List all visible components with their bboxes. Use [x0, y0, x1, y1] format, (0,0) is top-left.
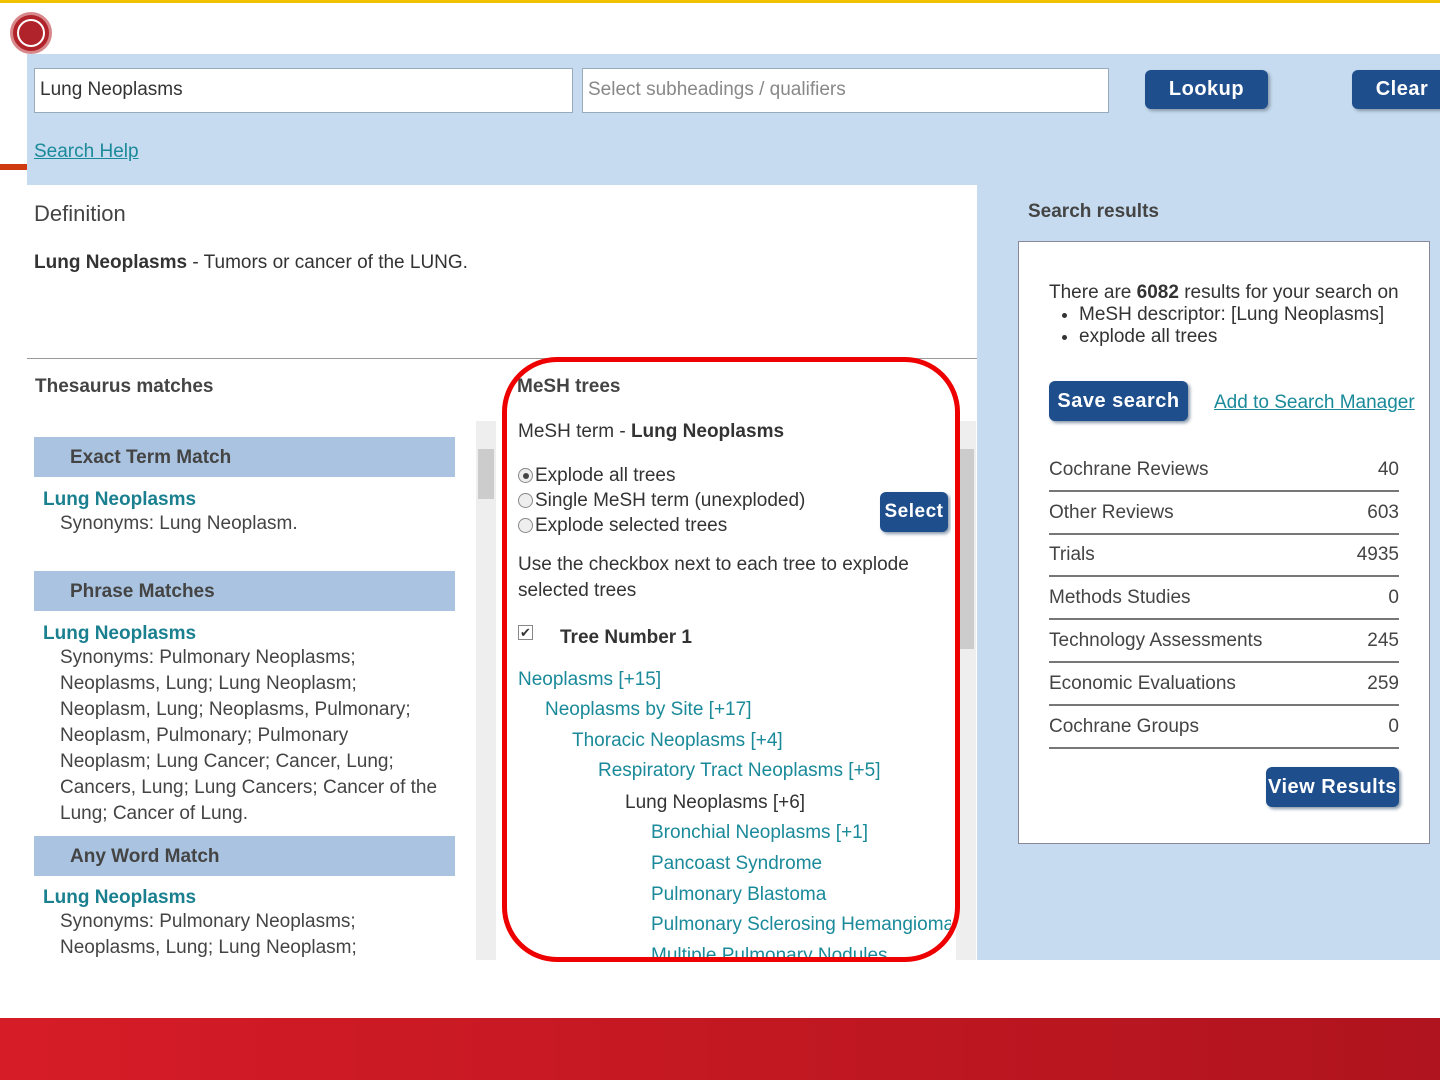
exact-match-term[interactable]: Lung Neoplasms: [43, 489, 196, 511]
result-row[interactable]: Cochrane Groups 0: [1049, 707, 1399, 749]
option-explode-selected[interactable]: Explode selected trees: [518, 513, 805, 538]
result-row[interactable]: Technology Assessments 245: [1049, 621, 1399, 663]
qualifier-input[interactable]: Select subheadings / qualifiers: [582, 68, 1109, 113]
result-row[interactable]: Cochrane Reviews 40: [1049, 450, 1399, 492]
search-panel: Lung Neoplasms Select subheadings / qual…: [27, 54, 1440, 960]
select-button[interactable]: Select: [880, 492, 948, 532]
definition-body: - Tumors or cancer of the LUNG.: [187, 252, 468, 273]
clear-button[interactable]: Clear: [1352, 70, 1440, 109]
definition-text: Lung Neoplasms - Tumors or cancer of the…: [34, 252, 468, 274]
thesaurus-heading: Thesaurus matches: [35, 376, 214, 397]
university-logo: [10, 12, 52, 54]
mesh-tree-panel: MeSH term - Lung Neoplasms Explode all t…: [499, 417, 951, 960]
results-heading: Search results: [1028, 201, 1159, 222]
tree-node[interactable]: Neoplasms by Site [+17]: [545, 699, 751, 721]
option-single-term[interactable]: Single MeSH term (unexploded): [518, 488, 805, 513]
phrase-match-term[interactable]: Lung Neoplasms: [43, 623, 196, 645]
tree-node[interactable]: Multiple Pulmonary Nodules: [651, 945, 888, 960]
radio-icon: [518, 468, 533, 484]
tree-node[interactable]: Bronchial Neoplasms [+1]: [651, 822, 868, 844]
any-word-header: Any Word Match: [34, 836, 455, 876]
footer-band: [0, 1018, 1440, 1080]
results-box: There are 6082 results for your search o…: [1018, 241, 1430, 844]
search-help-link[interactable]: Search Help: [34, 141, 139, 163]
tree-number-label: Tree Number 1: [560, 627, 692, 648]
any-word-synonyms: Synonyms: Pulmonary Neoplasms; Neoplasms…: [60, 911, 357, 958]
top-accent-line: [0, 0, 1440, 3]
tree-checkbox[interactable]: ✔: [518, 625, 533, 640]
view-results-button[interactable]: View Results: [1266, 767, 1399, 807]
radio-icon: [518, 493, 533, 509]
phrase-match-synonyms: Synonyms: Pulmonary Neoplasms; Neoplasms…: [60, 647, 438, 824]
definition-heading: Definition: [34, 201, 126, 226]
definition-term: Lung Neoplasms: [34, 252, 188, 273]
tree-node[interactable]: Respiratory Tract Neoplasms [+5]: [598, 760, 880, 782]
result-count: 6082: [1136, 282, 1179, 303]
result-row[interactable]: Methods Studies 0: [1049, 578, 1399, 620]
tree-node[interactable]: Neoplasms [+15]: [518, 669, 661, 691]
search-term-input[interactable]: Lung Neoplasms: [34, 68, 573, 113]
result-row[interactable]: Other Reviews 603: [1049, 493, 1399, 535]
exact-match-header: Exact Term Match: [34, 437, 455, 477]
definition-area: Definition Lung Neoplasms - Tumors or ca…: [27, 185, 977, 960]
tree-node[interactable]: Pulmonary Sclerosing Hemangioma: [651, 914, 951, 936]
mesh-scrollbar[interactable]: [956, 421, 976, 960]
save-search-button[interactable]: Save search: [1049, 381, 1188, 421]
mesh-heading: MeSH trees: [517, 376, 621, 397]
exact-match-synonyms: Synonyms: Lung Neoplasm.: [60, 513, 298, 534]
results-summary: There are 6082 results for your search o…: [1049, 282, 1399, 348]
option-explode-all[interactable]: Explode all trees: [518, 463, 805, 488]
result-row[interactable]: Economic Evaluations 259: [1049, 664, 1399, 706]
lookup-button[interactable]: Lookup: [1145, 70, 1268, 109]
summary-bullet: explode all trees: [1079, 326, 1399, 348]
divider: [27, 358, 977, 359]
phrase-match-header: Phrase Matches: [34, 571, 455, 611]
tree-node[interactable]: Thoracic Neoplasms [+4]: [572, 730, 783, 752]
tree-node-current: Lung Neoplasms [+6]: [625, 792, 806, 813]
decorative-bar: [0, 164, 27, 170]
any-word-term[interactable]: Lung Neoplasms: [43, 887, 196, 909]
summary-bullet: MeSH descriptor: [Lung Neoplasms]: [1079, 304, 1399, 326]
result-row[interactable]: Trials 4935: [1049, 535, 1399, 577]
tree-node[interactable]: Pulmonary Blastoma: [651, 884, 826, 906]
mesh-instructions: Use the checkbox next to each tree to ex…: [518, 554, 909, 601]
radio-icon: [518, 518, 533, 534]
tree-node[interactable]: Pancoast Syndrome: [651, 853, 822, 875]
mesh-term: MeSH term - Lung Neoplasms: [518, 421, 785, 442]
add-to-search-manager-link[interactable]: Add to Search Manager: [1214, 392, 1415, 414]
thesaurus-scrollbar[interactable]: [476, 421, 496, 960]
